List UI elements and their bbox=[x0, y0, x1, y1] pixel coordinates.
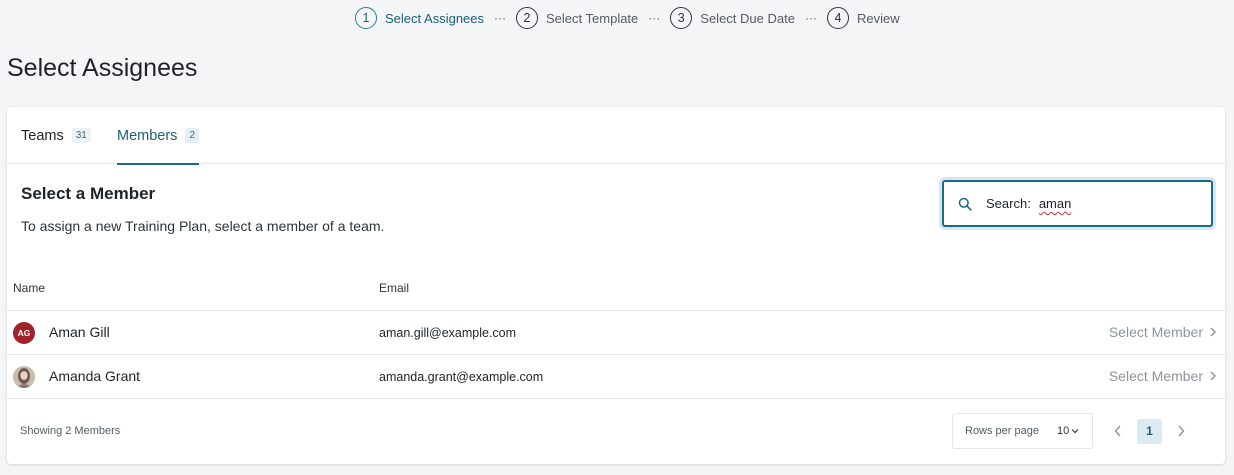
chevron-right-icon bbox=[1210, 371, 1216, 381]
step-separator: ··· bbox=[804, 11, 817, 25]
showing-count: Showing 2 Members bbox=[20, 425, 121, 437]
step-number: 1 bbox=[355, 7, 377, 29]
step-label: Select Assignees bbox=[385, 10, 485, 26]
tab-count-badge: 2 bbox=[185, 128, 199, 143]
step-label: Select Due Date bbox=[700, 10, 795, 26]
tab-label: Members bbox=[117, 127, 178, 144]
avatar-photo-icon bbox=[13, 366, 35, 388]
member-name: Aman Gill bbox=[49, 324, 110, 340]
step-number: 4 bbox=[826, 7, 849, 29]
step-number: 2 bbox=[516, 7, 539, 29]
rows-per-page-label: Rows per page bbox=[965, 425, 1039, 437]
tab-count-badge: 31 bbox=[71, 128, 91, 143]
tab-label: Teams bbox=[21, 127, 64, 144]
rows-per-page-value-wrap: 10 bbox=[1057, 425, 1079, 437]
step-separator: ··· bbox=[648, 11, 661, 25]
step-select-assignees[interactable]: 1 Select Assignees bbox=[355, 7, 484, 29]
select-member-button[interactable]: Select Member bbox=[1109, 368, 1217, 384]
page-title: Select Assignees bbox=[7, 54, 198, 82]
step-select-template[interactable]: 2 Select Template bbox=[516, 7, 638, 29]
pagination: 1 bbox=[1105, 418, 1194, 444]
table-row[interactable]: Amanda Grant amanda.grant@example.com Se… bbox=[7, 355, 1225, 399]
avatar: AG bbox=[13, 322, 35, 344]
table-header: Name Email bbox=[7, 267, 1225, 311]
step-review[interactable]: 4 Review bbox=[826, 7, 900, 29]
tab-members[interactable]: Members 2 bbox=[117, 107, 199, 165]
member-email: amanda.grant@example.com bbox=[379, 370, 544, 384]
section-description: To assign a new Training Plan, select a … bbox=[21, 218, 385, 234]
page-number-current[interactable]: 1 bbox=[1137, 418, 1162, 444]
chevron-right-icon bbox=[1178, 425, 1185, 437]
step-separator: ··· bbox=[494, 11, 507, 25]
next-page-button[interactable] bbox=[1168, 418, 1194, 444]
select-member-label: Select Member bbox=[1108, 324, 1203, 340]
rows-per-page-value: 10 bbox=[1057, 425, 1070, 437]
avatar bbox=[13, 366, 35, 388]
rows-per-page-select[interactable]: Rows per page 10 bbox=[952, 413, 1093, 449]
select-member-label: Select Member bbox=[1108, 368, 1203, 384]
search-label: Search: bbox=[986, 196, 1031, 211]
member-email: aman.gill@example.com bbox=[379, 326, 517, 340]
chevron-down-icon bbox=[1071, 429, 1079, 434]
select-member-button[interactable]: Select Member bbox=[1109, 324, 1217, 340]
assignees-card: Teams 31 Members 2 Select a Member To as… bbox=[7, 107, 1225, 464]
search-value[interactable]: aman bbox=[1039, 196, 1072, 211]
search-input[interactable]: Search: aman bbox=[942, 180, 1213, 227]
column-header-name[interactable]: Name bbox=[13, 281, 45, 295]
table-row[interactable]: AG Aman Gill aman.gill@example.com Selec… bbox=[7, 311, 1225, 355]
step-label: Review bbox=[856, 10, 900, 26]
search-focus-ring: Search: aman bbox=[939, 177, 1216, 230]
previous-page-button[interactable] bbox=[1105, 418, 1131, 444]
member-name: Amanda Grant bbox=[49, 368, 141, 384]
tab-bar: Teams 31 Members 2 bbox=[7, 107, 1225, 165]
step-label: Select Template bbox=[546, 10, 639, 26]
chevron-left-icon bbox=[1114, 425, 1121, 437]
stepper: 1 Select Assignees ··· 2 Select Template… bbox=[355, 6, 900, 30]
step-number: 3 bbox=[670, 7, 693, 29]
section-title: Select a Member bbox=[21, 184, 156, 203]
search-icon bbox=[958, 197, 972, 211]
tab-teams[interactable]: Teams 31 bbox=[21, 107, 91, 164]
step-select-due-date[interactable]: 3 Select Due Date bbox=[670, 7, 795, 29]
chevron-right-icon bbox=[1210, 327, 1216, 337]
column-header-email[interactable]: Email bbox=[379, 281, 409, 295]
